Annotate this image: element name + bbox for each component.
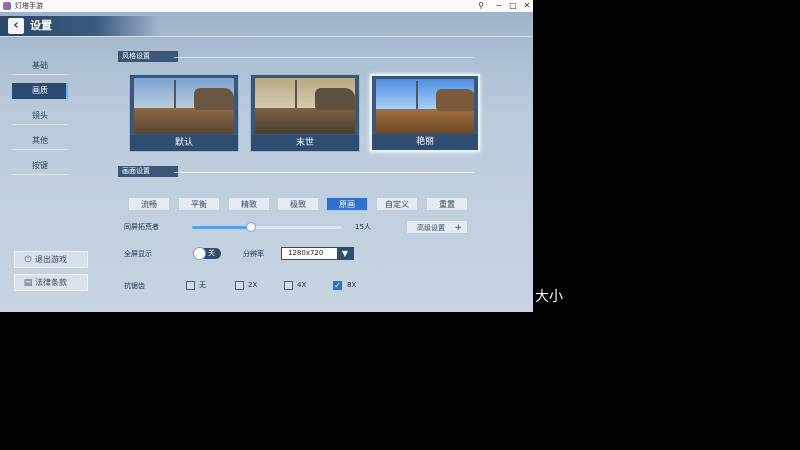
style-preview-default: [134, 78, 234, 134]
resolution-select[interactable]: 1280x720 ▼: [281, 247, 354, 260]
antialias-label: 抗锯齿: [124, 282, 145, 290]
app-window: 灯塔手游 ⚲ − □ ✕ ‹ 设置 基础 画质 镜头 其他 按键 ⏻ 退出游戏 ▤…: [0, 0, 533, 312]
legal-terms-button[interactable]: ▤ 法律条款: [14, 274, 88, 291]
advanced-settings-label: 高级设置: [417, 224, 445, 232]
style-card-vivid[interactable]: 艳丽: [370, 74, 480, 152]
preset-reset-button[interactable]: 重置: [426, 197, 468, 211]
crowd-value: 15人: [355, 223, 371, 231]
preset-custom-button[interactable]: 自定义: [376, 197, 418, 211]
pin-icon[interactable]: ⚲: [474, 0, 488, 12]
overlay-caption: 大小: [535, 289, 563, 305]
fullscreen-label: 全屏显示: [124, 250, 152, 258]
sidebar-item-keys[interactable]: 按键: [12, 158, 68, 175]
preset-balanced-button[interactable]: 平衡: [178, 197, 220, 211]
resolution-value: 1280x720: [288, 249, 324, 257]
style-card-label: 末世: [251, 135, 359, 151]
crowd-slider-fill: [192, 226, 251, 229]
chevron-down-icon[interactable]: ▼: [337, 248, 353, 259]
header-bar: [0, 16, 160, 36]
sidebar-item-camera[interactable]: 镜头: [12, 108, 68, 125]
antialias-none-checkbox[interactable]: [186, 281, 195, 290]
chevron-left-icon: ‹: [13, 18, 19, 33]
antialias-none-label: 无: [199, 281, 206, 289]
close-button[interactable]: ✕: [520, 0, 533, 12]
legal-terms-label: 法律条款: [35, 278, 67, 287]
document-icon: ▤: [23, 278, 33, 288]
advanced-settings-button[interactable]: 高级设置 +: [406, 220, 468, 234]
exit-game-label: 退出游戏: [35, 255, 67, 264]
settings-screen: ‹ 设置 基础 画质 镜头 其他 按键 ⏻ 退出游戏 ▤ 法律条款 风格设置 默认: [0, 12, 533, 312]
antialias-8x-label: 8X: [347, 281, 357, 289]
quality-section-label: 画面设置: [118, 166, 178, 177]
sidebar-item-graphics[interactable]: 画质: [12, 83, 68, 99]
crowd-slider-handle[interactable]: [245, 222, 256, 232]
antialias-4x-checkbox[interactable]: [284, 281, 293, 290]
style-section-divider: [174, 57, 474, 58]
power-icon: ⏻: [24, 255, 32, 265]
minimize-button[interactable]: −: [492, 0, 506, 12]
toggle-knob: [193, 247, 206, 260]
plus-icon: +: [454, 223, 462, 233]
style-preview-apocalypse: [255, 78, 355, 134]
quality-section-divider: [174, 172, 474, 173]
app-icon: [3, 2, 11, 10]
antialias-2x-label: 2X: [248, 281, 258, 289]
crowd-label: 同屏拓荒者: [124, 223, 159, 231]
crowd-slider[interactable]: [192, 222, 342, 232]
resolution-label: 分辨率: [243, 250, 264, 258]
toggle-state: 关: [208, 249, 215, 257]
style-preview-vivid: [376, 79, 474, 135]
header-divider: [0, 36, 533, 37]
back-button[interactable]: ‹: [8, 18, 24, 34]
style-card-label: 默认: [130, 135, 238, 151]
window-title: 灯塔手游: [15, 2, 43, 10]
page-title: 设置: [30, 19, 52, 32]
preset-smooth-button[interactable]: 流畅: [128, 197, 170, 211]
preset-original-button[interactable]: 原画: [326, 197, 368, 211]
style-card-default[interactable]: 默认: [129, 74, 239, 152]
antialias-4x-label: 4X: [297, 281, 307, 289]
fullscreen-toggle[interactable]: 关: [193, 247, 221, 260]
exit-game-button[interactable]: ⏻ 退出游戏: [14, 251, 88, 268]
style-card-apocalypse[interactable]: 末世: [250, 74, 360, 152]
antialias-8x-checkbox[interactable]: ✓: [333, 281, 342, 290]
sidebar-item-basic[interactable]: 基础: [12, 58, 68, 75]
maximize-button[interactable]: □: [506, 0, 520, 12]
preset-extreme-button[interactable]: 极致: [277, 197, 319, 211]
style-card-label: 艳丽: [372, 134, 478, 150]
sidebar-item-other[interactable]: 其他: [12, 133, 68, 150]
preset-fine-button[interactable]: 精致: [228, 197, 270, 211]
antialias-2x-checkbox[interactable]: [235, 281, 244, 290]
style-section-label: 风格设置: [118, 51, 178, 62]
